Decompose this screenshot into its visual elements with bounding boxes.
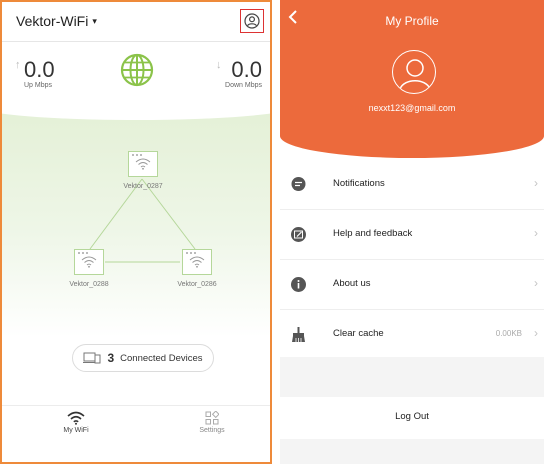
mesh-node-0286[interactable]: [182, 249, 212, 275]
menu-item-help-feedback[interactable]: Help and feedback ›: [280, 210, 544, 260]
mesh-node-0288[interactable]: [74, 249, 104, 275]
logout-button[interactable]: Log Out: [280, 397, 544, 439]
chevron-right-icon: ›: [534, 176, 538, 190]
download-speed: ↓ 0.0 Down Mbps: [216, 57, 262, 89]
menu-item-about-us[interactable]: About us ›: [280, 260, 544, 310]
grid-icon: [205, 411, 219, 425]
profile-header: My Profile nexxt123@gmail.com: [280, 0, 544, 158]
feedback-icon: [291, 227, 306, 242]
connected-devices-label: Connected Devices: [120, 352, 203, 364]
top-bar: Vektor-WiFi ▾: [2, 2, 270, 42]
cache-size: 0.00KB: [495, 329, 522, 338]
mesh-links: [89, 178, 196, 263]
tab-settings[interactable]: Settings: [172, 411, 252, 434]
upload-unit: Up Mbps: [24, 82, 53, 89]
connected-devices-button[interactable]: 3 Connected Devices: [72, 344, 214, 372]
tab-my-wifi[interactable]: My WiFi: [36, 411, 116, 434]
download-value: 0.0: [231, 57, 262, 82]
user-circle-icon: [244, 13, 260, 29]
network-name: Vektor-WiFi: [16, 13, 89, 29]
chevron-right-icon: ›: [534, 226, 538, 240]
info-icon: [291, 277, 306, 292]
node-label-0287: Vektor_0287: [123, 183, 163, 190]
upload-speed: ↑ 0.0 Up Mbps: [15, 57, 55, 89]
node-label-0286: Vektor_0286: [177, 281, 217, 288]
tab-settings-label: Settings: [199, 427, 225, 434]
chat-bubble-icon: [291, 177, 306, 191]
node-label-0288: Vektor_0288: [69, 281, 109, 288]
page-title: My Profile: [385, 14, 439, 28]
device-count: 3: [107, 351, 115, 365]
profile-button[interactable]: [240, 9, 264, 33]
wifi-icon: [189, 256, 205, 268]
wifi-icon: [81, 256, 97, 268]
wifi-icon: [67, 411, 85, 425]
download-unit: Down Mbps: [225, 82, 262, 89]
avatar[interactable]: [392, 50, 436, 94]
caret-down-icon: ▾: [92, 16, 97, 26]
upload-value: 0.0: [24, 57, 55, 82]
user-avatar-icon: [399, 59, 431, 90]
wifi-icon: [135, 158, 151, 170]
chevron-right-icon: ›: [534, 326, 538, 340]
menu-label: Clear cache: [333, 328, 384, 339]
menu-label: Notifications: [333, 178, 385, 189]
mesh-topology: Vektor_0287 Vektor_0288 Vektor_0286: [2, 97, 270, 337]
menu-item-clear-cache[interactable]: Clear cache 0.00KB ›: [280, 310, 544, 360]
profile-screen: My Profile nexxt123@gmail.com Notificati…: [280, 0, 544, 464]
menu-item-notifications[interactable]: Notifications ›: [280, 160, 544, 210]
bottom-spacer: [280, 439, 544, 464]
devices-icon: [83, 352, 101, 364]
speed-panel-curve: [2, 90, 270, 120]
globe-icon[interactable]: [120, 53, 154, 87]
menu-label: About us: [333, 278, 371, 289]
mesh-node-0287[interactable]: [128, 151, 158, 177]
user-email: nexxt123@gmail.com: [368, 103, 456, 113]
bottom-tab-bar: My WiFi Settings: [2, 405, 270, 460]
section-divider: [280, 357, 544, 397]
broom-icon: [292, 327, 305, 342]
network-selector[interactable]: Vektor-WiFi ▾: [16, 13, 97, 29]
arrow-down-icon: ↓: [216, 59, 222, 71]
arrow-up-icon: ↑: [15, 59, 21, 71]
menu-label: Help and feedback: [333, 228, 413, 239]
tab-my-wifi-label: My WiFi: [63, 427, 89, 434]
chevron-right-icon: ›: [534, 276, 538, 290]
wifi-home-screen: Vektor-WiFi ▾ ↑ 0.0 Up Mbps ↓ 0.0 Down M…: [0, 0, 272, 464]
profile-menu: Notifications › Help and feedback › Abou…: [280, 160, 544, 360]
